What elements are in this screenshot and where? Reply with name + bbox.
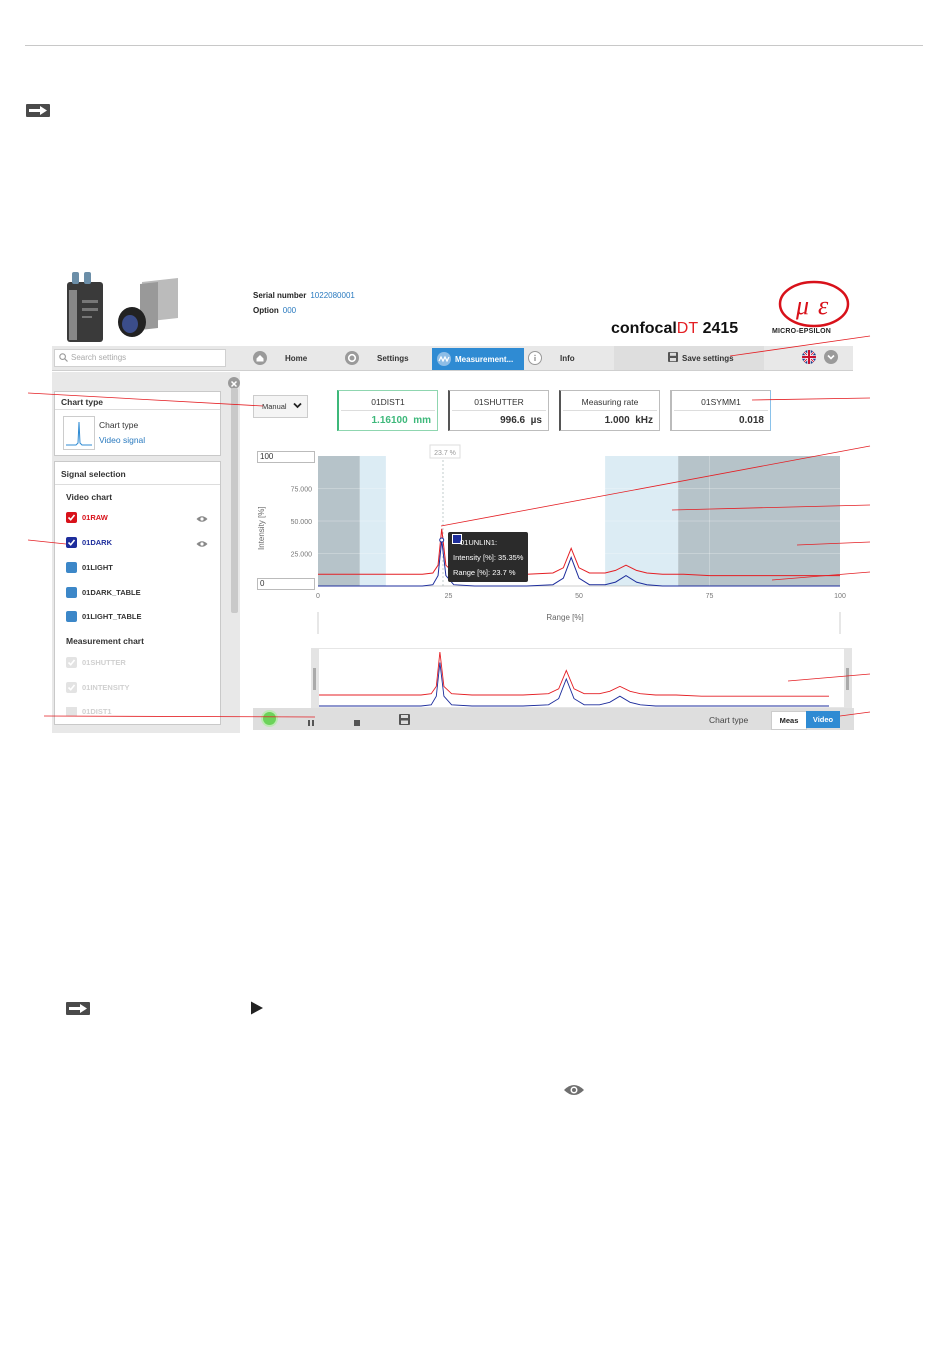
arrow-right-icon	[66, 1002, 90, 1015]
annotation-lines	[27, 335, 871, 718]
eye-icon	[564, 1085, 584, 1095]
play-icon	[251, 1001, 263, 1015]
